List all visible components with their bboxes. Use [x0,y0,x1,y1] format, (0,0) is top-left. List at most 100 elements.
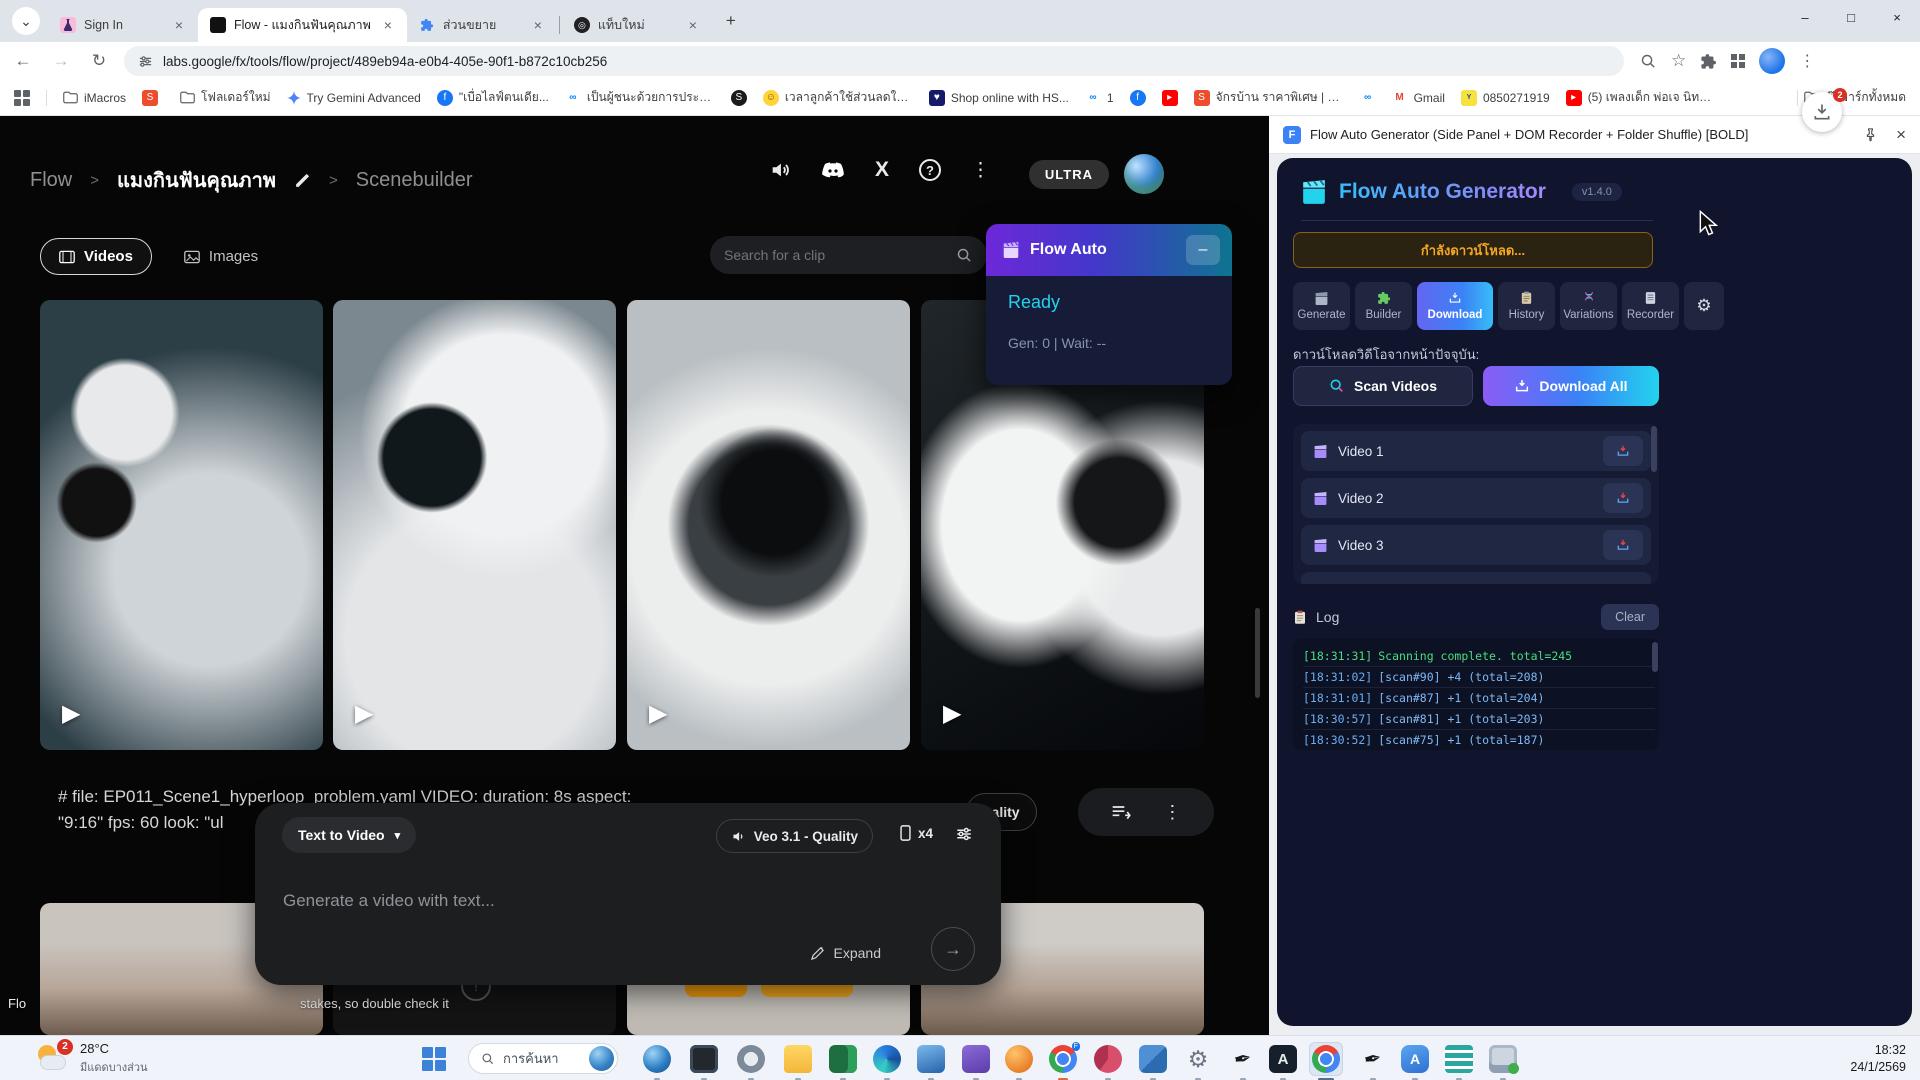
taskbar-app-notebook[interactable] [1442,1042,1476,1076]
side-panel-close-icon[interactable]: × [1896,125,1906,145]
bookmark-imacros[interactable]: iMacros [63,91,126,105]
window-close-button[interactable]: × [1874,0,1920,34]
tab-builder[interactable]: Builder [1355,282,1412,330]
model-chip[interactable]: Veo 3.1 - Quality [716,819,873,853]
expand-button[interactable]: Expand [810,945,881,961]
tab-generate[interactable]: Generate [1293,282,1350,330]
flow-menu-kebab-icon[interactable]: ⋮ [971,159,990,182]
taskbar-app-purple[interactable] [959,1042,993,1076]
taskbar-weather[interactable]: 2 28°C มีแดดบางส่วน [36,1041,148,1076]
x-twitter-icon[interactable]: X [875,158,889,182]
discord-icon[interactable] [821,160,845,180]
tab-close-icon[interactable]: × [379,16,397,34]
profile-avatar[interactable] [1759,48,1785,74]
taskbar-app-file-explorer[interactable] [781,1042,815,1076]
caption-kebab-icon[interactable]: ⋮ [1163,802,1181,823]
clip-search[interactable] [710,236,987,274]
bookmark-youtube-1[interactable]: ▸ [1162,90,1178,106]
new-tab-button[interactable]: + [718,8,744,34]
taskbar-app-red-pie[interactable] [1091,1042,1125,1076]
search-lens-icon[interactable] [1640,53,1657,70]
playlist-add-icon[interactable] [1111,803,1131,821]
bookmark-meta-2[interactable]: ∞ 1 [1085,90,1114,106]
video-download-button[interactable] [1603,483,1643,513]
window-minimize-button[interactable]: – [1782,0,1828,34]
taskbar-app-chrome-active[interactable] [1309,1042,1343,1076]
bookmark-star-icon[interactable]: ☆ [1671,51,1686,71]
help-icon[interactable]: ? [919,159,941,181]
bookmark-shopee[interactable]: S [142,90,164,106]
taskbar-app-pc[interactable] [1486,1042,1520,1076]
tab-close-icon[interactable]: × [684,16,702,34]
taskbar-app-monitor[interactable] [687,1042,721,1076]
video-row-partial[interactable] [1301,572,1651,584]
flow-auto-popup-header[interactable]: Flow Auto – [986,224,1232,276]
bookmark-facebook-1[interactable]: f "เบื่อไลฟ์ตนเดีย... [437,88,549,107]
bookmark-lazada[interactable]: ♥ Shop online with HS... [929,90,1069,106]
log-scrollbar[interactable] [1652,642,1658,672]
taskbar-app-excel[interactable] [826,1042,860,1076]
video-thumbnail-1[interactable]: ▶ [40,300,323,750]
taskbar-app-blue-panels[interactable] [1136,1042,1170,1076]
tab-new-tab[interactable]: ◎ แท็บใหม่ × [562,8,712,42]
forward-button[interactable]: → [46,46,76,76]
taskbar-app-globe[interactable] [640,1042,674,1076]
bookmark-new-folder[interactable]: โฟลเดอร์ใหม่ [180,88,271,107]
sound-icon[interactable] [769,159,791,181]
taskbar-app-quill-1[interactable]: ✒ [1226,1042,1260,1076]
extensions-puzzle-icon[interactable] [1700,53,1717,70]
bookmark-gmail[interactable]: M Gmail [1392,90,1445,106]
browser-menu-kebab-icon[interactable]: ⋮ [1799,51,1815,71]
site-settings-icon[interactable] [138,54,153,69]
tab-videos[interactable]: Videos [40,238,152,275]
tab-close-icon[interactable]: × [170,16,188,34]
bookmark-dark-circle[interactable]: S [731,90,747,106]
video-row[interactable]: Video 1 [1301,431,1651,471]
tab-recorder[interactable]: Recorder [1622,282,1679,330]
breadcrumb-page[interactable]: Scenebuilder [356,169,473,192]
extension-settings-button[interactable]: ⚙ [1684,282,1724,330]
bookmark-meta-1[interactable]: ∞ เป็นผู้ชนะด้วยการประมู... [565,88,715,107]
bookmark-phone[interactable]: Y 0850271919 [1461,90,1550,106]
generate-submit-button[interactable]: → [931,927,975,971]
taskbar-clock[interactable]: 18:32 24/1/2569 [1850,1042,1906,1076]
settings-sliders-icon[interactable] [955,825,973,843]
play-icon[interactable]: ▶ [649,699,667,728]
tab-download[interactable]: Download [1417,282,1493,330]
popup-minimize-button[interactable]: – [1186,235,1220,265]
output-count[interactable]: x4 [900,825,933,841]
taskbar-app-quill-2[interactable]: ✒ [1356,1042,1390,1076]
side-panel-icon[interactable] [1731,54,1745,68]
plan-badge[interactable]: ULTRA [1029,160,1109,189]
tab-flow-active[interactable]: Flow - แมงกินฟันคุณภาพ × [198,8,407,42]
video-row[interactable]: Video 2 [1301,478,1651,518]
apps-grid-icon[interactable] [14,90,30,106]
tab-variations[interactable]: Variations [1560,282,1617,330]
taskbar-app-settings[interactable]: ⚙ [1181,1042,1215,1076]
flow-scrollbar[interactable] [1255,608,1260,698]
play-icon[interactable]: ▶ [62,699,80,728]
tab-search-chevron-icon[interactable]: ⌄ [12,7,40,35]
prompt-input[interactable]: Generate a video with text... [283,891,495,911]
video-thumbnail-3[interactable]: ▶ [627,300,910,750]
bookmark-meta-3[interactable]: ∞ [1360,90,1376,106]
download-all-button[interactable]: Download All [1483,366,1659,406]
tab-sign-in[interactable]: Sign In × [48,8,198,42]
video-thumbnail-2[interactable]: ▶ [333,300,616,750]
window-maximize-button[interactable]: □ [1828,0,1874,34]
bookmark-gemini[interactable]: Try Gemini Advanced [287,91,421,105]
reload-button[interactable]: ↻ [84,46,114,76]
play-icon[interactable]: ▶ [943,699,961,728]
taskbar-app-edge[interactable] [870,1042,904,1076]
play-icon[interactable]: ▶ [355,699,373,728]
edit-pencil-icon[interactable] [294,172,311,189]
downloads-bubble[interactable]: 2 [1802,92,1842,132]
breadcrumb-app[interactable]: Flow [30,169,72,192]
address-bar[interactable]: labs.google/fx/tools/flow/project/489eb9… [124,46,1624,76]
pin-icon[interactable] [1863,127,1878,142]
flow-avatar[interactable] [1124,154,1164,194]
tab-images[interactable]: Images [166,239,276,274]
mode-selector[interactable]: Text to Video ▾ [282,817,416,853]
log-clear-button[interactable]: Clear [1601,604,1659,630]
taskbar-search[interactable]: การค้นหา [468,1043,618,1074]
